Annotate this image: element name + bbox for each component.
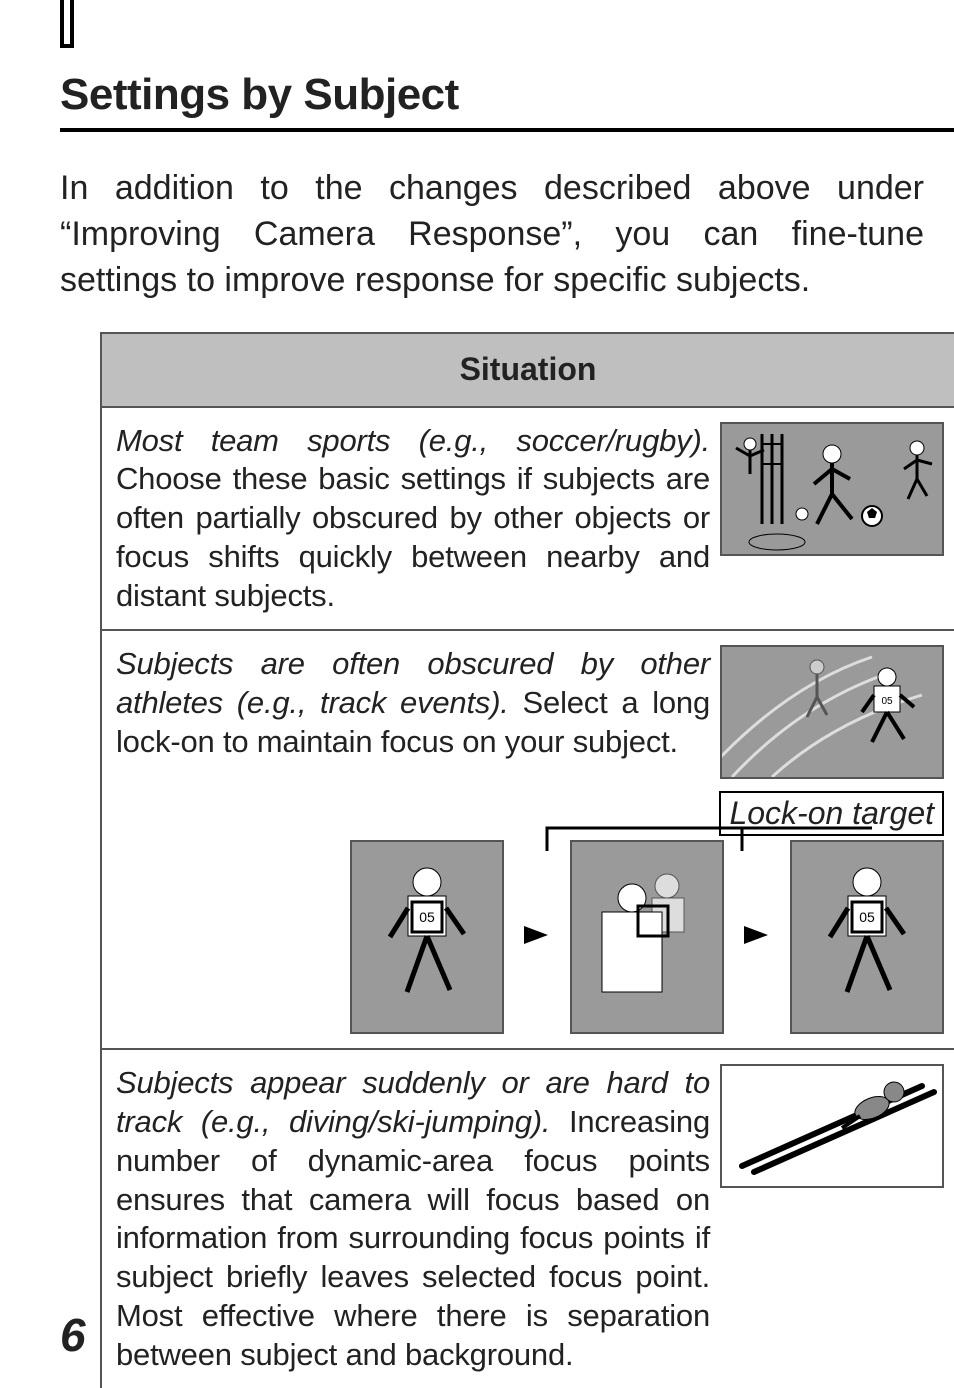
track-icon: 05 <box>722 647 942 777</box>
lockon-frame-3: 05 <box>790 840 944 1034</box>
situation-text: Subjects appear suddenly or are hard to … <box>116 1064 710 1374</box>
table-row: Most team sports (e.g., soccer/rugby). C… <box>101 407 954 631</box>
corner-rule <box>60 0 74 48</box>
lockon-frame-1: 05 <box>350 840 504 1034</box>
situation-text: Subjects are often obscured by other ath… <box>116 645 710 761</box>
section-underline <box>60 128 954 132</box>
soccer-icon <box>722 424 942 554</box>
lockon-frame-2 <box>570 840 724 1034</box>
section-title: Settings by Subject <box>60 70 954 120</box>
table-header: Situation <box>101 333 954 407</box>
ski-jump-icon <box>722 1066 942 1186</box>
svg-text:05: 05 <box>419 909 435 925</box>
intro-paragraph: In addition to the changes described abo… <box>60 166 954 304</box>
situation-text: Most team sports (e.g., soccer/rugby). C… <box>116 422 710 616</box>
arrow-icon <box>522 840 552 1030</box>
situation-table: Situation Most team sports (e.g., soccer… <box>100 332 954 1388</box>
page-number: 6 <box>60 1308 86 1362</box>
runner-obscured-icon <box>572 842 722 1032</box>
table-row: Subjects are often obscured by other ath… <box>101 630 954 1049</box>
svg-text:05: 05 <box>859 909 875 925</box>
track-thumbnail: 05 <box>720 645 944 779</box>
runner-icon: 05 <box>352 842 502 1032</box>
arrow-icon <box>742 840 772 1030</box>
soccer-thumbnail <box>720 422 944 556</box>
table-row: Subjects appear suddenly or are hard to … <box>101 1049 954 1388</box>
runner-icon: 05 <box>792 842 942 1032</box>
lock-on-graphics: 05 <box>116 840 944 1034</box>
svg-text:05: 05 <box>881 696 893 707</box>
ski-jump-thumbnail <box>720 1064 944 1188</box>
